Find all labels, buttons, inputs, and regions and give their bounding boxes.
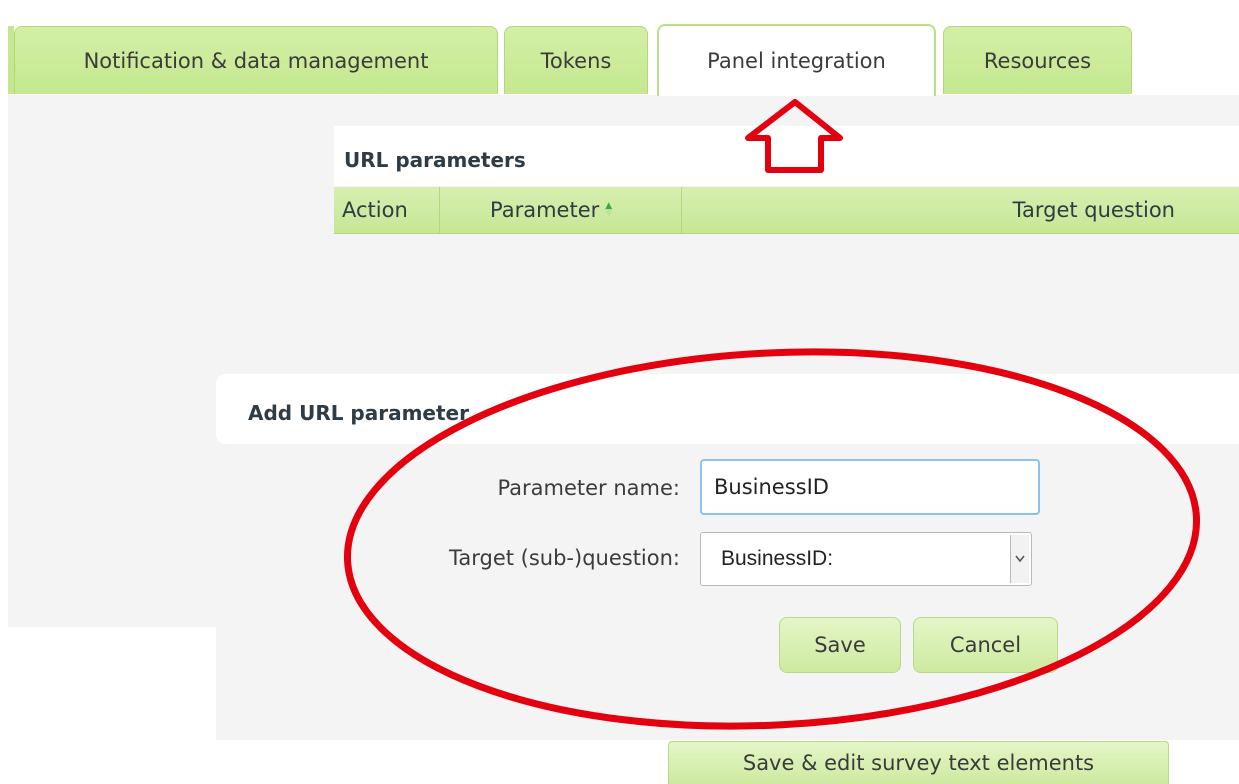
tab-label: Tokens — [540, 48, 612, 73]
tab-panel-integration[interactable]: Panel integration — [657, 24, 936, 96]
dialog-title: Add URL parameter — [248, 401, 469, 425]
save-button[interactable]: Save — [779, 617, 901, 673]
column-action-label: Action — [342, 198, 408, 222]
column-target-question[interactable]: Target question — [682, 187, 1239, 233]
tab-bar: Notification & data management Tokens Pa… — [0, 0, 1239, 100]
cancel-button-label: Cancel — [949, 633, 1022, 657]
url-parameters-table-header: Action Parameter ▲ ▼ Target question — [334, 187, 1239, 234]
tab-label: Resources — [983, 48, 1092, 73]
dialog-title-bar: Add URL parameter — [216, 374, 1239, 444]
column-parameter[interactable]: Parameter ▲ ▼ — [440, 187, 682, 233]
column-parameter-label: Parameter — [490, 198, 600, 222]
tab-tokens[interactable]: Tokens — [504, 26, 648, 94]
tab-notification-data-management[interactable]: Notification & data management — [14, 26, 498, 94]
tab-label: Panel integration — [707, 49, 886, 73]
target-question-value: BusinessID: — [721, 547, 834, 570]
cancel-button[interactable]: Cancel — [913, 617, 1058, 673]
url-parameters-title-bar: URL parameters — [334, 126, 1239, 186]
chevron-down-icon[interactable] — [1010, 535, 1029, 583]
parameter-name-input[interactable] — [700, 459, 1040, 515]
column-target-question-label: Target question — [1012, 198, 1175, 222]
save-button-label: Save — [814, 633, 866, 657]
parameter-name-label: Parameter name: — [497, 476, 680, 500]
target-question-label: Target (sub-)question: — [449, 546, 680, 570]
save-edit-survey-text-elements-button[interactable]: Save & edit survey text elements — [668, 741, 1169, 784]
url-parameters-title: URL parameters — [344, 148, 526, 172]
sort-arrows-icon: ▲ ▼ — [605, 201, 613, 219]
target-question-select[interactable]: BusinessID: — [700, 532, 1032, 586]
column-action[interactable]: Action — [334, 187, 440, 233]
save-edit-button-label: Save & edit survey text elements — [742, 751, 1095, 775]
tab-label: Notification & data management — [83, 48, 429, 73]
tab-resources[interactable]: Resources — [943, 26, 1132, 94]
